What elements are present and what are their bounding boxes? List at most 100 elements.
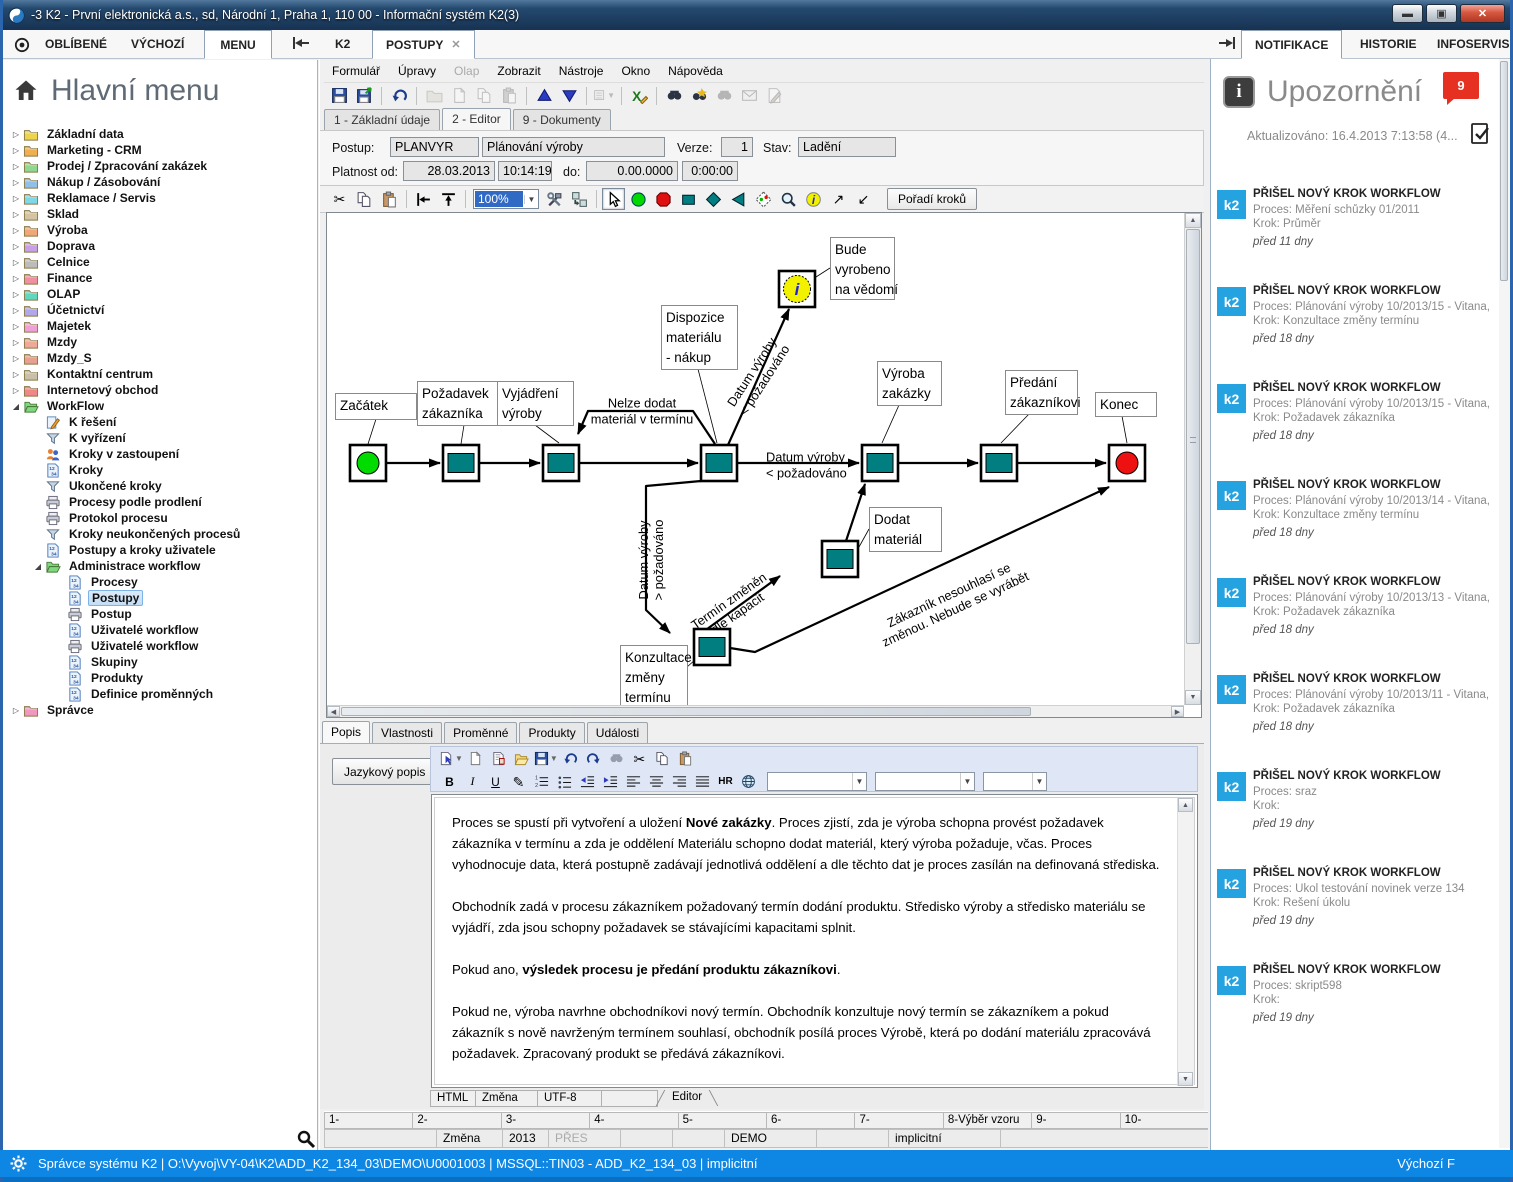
folder-icon[interactable] xyxy=(23,703,39,718)
scroll-down-icon[interactable]: ▼ xyxy=(1178,1072,1193,1086)
notification-item-9[interactable]: k2PŘIŠEL NOVÝ KROK WORKFLOWProces: skrip… xyxy=(1211,963,1493,1060)
node-stop-icon[interactable] xyxy=(652,188,675,210)
fkey-9[interactable]: 9- xyxy=(1031,1112,1119,1129)
move-up-icon[interactable] xyxy=(533,85,555,107)
menu-okno[interactable]: Okno xyxy=(613,62,658,80)
folder-icon[interactable] xyxy=(23,255,39,270)
sidebar-item-kroky-v-zastoupen-[interactable]: Kroky v zastoupení xyxy=(3,446,317,462)
flow-node-pozadavek-zakaznika[interactable] xyxy=(443,445,479,481)
dpaste-icon[interactable] xyxy=(378,188,401,210)
new-icon[interactable] xyxy=(448,85,470,107)
folder-icon[interactable] xyxy=(23,175,39,190)
sidebar-item-procesy-podle-prodlen-[interactable]: Procesy podle prodlení xyxy=(3,494,317,510)
cut-icon[interactable]: ✂ xyxy=(629,749,650,769)
chevron-down-icon[interactable]: ▼ xyxy=(524,195,538,204)
form-tab-1[interactable]: 1 - Základní údaje xyxy=(324,109,440,130)
sidebar-item-finance[interactable]: ▷Finance xyxy=(3,270,317,286)
align-j-icon[interactable] xyxy=(692,772,713,792)
sidebar-item-reklamace-servis[interactable]: ▷Reklamace / Servis xyxy=(3,190,317,206)
align-top-icon[interactable] xyxy=(437,188,460,210)
sidebar-item-v-roba[interactable]: ▷Výroba xyxy=(3,222,317,238)
new-icon[interactable] xyxy=(465,749,486,769)
folder-icon[interactable] xyxy=(23,351,39,366)
dpaste-icon[interactable] xyxy=(675,749,696,769)
open-folder-icon[interactable] xyxy=(511,749,532,769)
paste-icon[interactable] xyxy=(498,85,520,107)
sidebar-item-z-kladn-data[interactable]: ▷Základní data xyxy=(3,126,317,142)
find-icon[interactable] xyxy=(606,749,627,769)
expand-icon[interactable]: ▷ xyxy=(9,226,23,235)
link-in-icon[interactable]: ↙ xyxy=(852,188,875,210)
fkey-7[interactable]: 7- xyxy=(854,1112,942,1129)
move-down-icon[interactable] xyxy=(558,85,580,107)
mark-read-icon[interactable] xyxy=(1467,121,1493,147)
node-step-icon[interactable] xyxy=(677,188,700,210)
notification-item-7[interactable]: k2PŘIŠEL NOVÝ KROK WORKFLOWProces: srazK… xyxy=(1211,769,1493,866)
sidebar-item--etnictv-[interactable]: ▷Účetnictví xyxy=(3,302,317,318)
fkey-10[interactable]: 10- xyxy=(1120,1112,1208,1129)
jazykovy-popis-button[interactable]: Jazykový popis xyxy=(332,758,437,785)
tab-postupy-doc[interactable]: POSTUPY ✕ xyxy=(372,30,475,59)
tab-historie[interactable]: HISTORIE xyxy=(1347,30,1429,58)
sidebar-item-k-vy-zen-[interactable]: K vyřízení xyxy=(3,430,317,446)
flow-node-konec[interactable] xyxy=(1109,445,1145,481)
folder-icon[interactable] xyxy=(23,287,39,302)
table-icon[interactable]: 1234 xyxy=(67,655,83,670)
menu-napoveda[interactable]: Nápověda xyxy=(660,62,731,80)
flow-node-konzultace-zmeny[interactable] xyxy=(694,629,730,665)
folder-icon[interactable] xyxy=(23,367,39,382)
folder-icon[interactable] xyxy=(23,335,39,350)
bullet-list-icon[interactable] xyxy=(554,772,575,792)
folder-icon[interactable] xyxy=(23,319,39,334)
detail-tab-události[interactable]: Události xyxy=(587,722,648,743)
bold-button[interactable]: B xyxy=(439,772,460,792)
detail-tab-produkty[interactable]: Produkty xyxy=(519,722,584,743)
scroll-down-icon[interactable]: ▼ xyxy=(1185,690,1201,705)
select-doc-icon[interactable]: ▼ xyxy=(439,749,463,769)
sidebar-item-n-kup-z-sobov-n-[interactable]: ▷Nákup / Zásobování xyxy=(3,174,317,190)
sidebar-item-k-e-en-[interactable]: K řešení xyxy=(3,414,317,430)
wizard-icon[interactable] xyxy=(568,188,591,210)
notification-item-5[interactable]: k2PŘIŠEL NOVÝ KROK WORKFLOWProces: Pláno… xyxy=(1211,575,1493,672)
globe-icon[interactable] xyxy=(738,772,759,792)
sidebar-item-procesy[interactable]: 1234Procesy xyxy=(3,574,317,590)
people-icon[interactable] xyxy=(45,447,61,462)
flow-node-predani-zakaznikovi[interactable] xyxy=(981,445,1017,481)
node-label-box[interactable]: Konzultacezměnytermínu xyxy=(621,646,692,706)
table-icon[interactable]: 1234 xyxy=(67,687,83,702)
minimize-button[interactable]: ▬ xyxy=(1392,4,1423,23)
fkey-1[interactable]: 1- xyxy=(324,1112,412,1129)
pin-right-icon[interactable] xyxy=(1216,35,1238,53)
undo-icon[interactable] xyxy=(560,749,581,769)
node-label-box[interactable]: Výrobazakázky xyxy=(878,362,942,406)
postup-code-field[interactable]: PLANVYR xyxy=(390,137,479,157)
funnel-icon[interactable] xyxy=(45,527,61,542)
sidebar-item-definice-prom-nn-ch[interactable]: 1234Definice proměnných xyxy=(3,686,317,702)
folder-icon[interactable] xyxy=(23,383,39,398)
sidebar-item-postupy[interactable]: 1234Postupy xyxy=(3,590,317,606)
scroll-left-icon[interactable]: ◀ xyxy=(327,706,340,717)
sidebar-item-kroky[interactable]: 1234Kroky xyxy=(3,462,317,478)
tab-oblibene[interactable]: OBLÍBENÉ xyxy=(32,30,120,58)
zoom-combo[interactable]: 100%▼ xyxy=(473,189,539,209)
menu-formular[interactable]: Formulář xyxy=(324,62,388,80)
funnel-icon[interactable] xyxy=(45,431,61,446)
cut-icon[interactable]: ✂ xyxy=(328,188,351,210)
chevron-down-icon[interactable]: ▼ xyxy=(852,773,866,790)
align-l-icon[interactable] xyxy=(623,772,644,792)
postup-name-field[interactable]: Plánování výroby xyxy=(482,137,665,157)
close-tab-icon[interactable]: ✕ xyxy=(451,38,460,51)
node-label-box[interactable]: Předánízákazníkovi xyxy=(1006,371,1081,415)
magnifier-icon[interactable] xyxy=(777,188,800,210)
scroll-up-icon[interactable]: ▲ xyxy=(1185,213,1201,228)
notification-item-4[interactable]: k2PŘIŠEL NOVÝ KROK WORKFLOWProces: Pláno… xyxy=(1211,478,1493,575)
expand-icon[interactable]: ▷ xyxy=(9,242,23,251)
underline-button[interactable]: U xyxy=(485,772,506,792)
fkey-6[interactable]: 6- xyxy=(766,1112,854,1129)
sidebar-item-celnice[interactable]: ▷Celnice xyxy=(3,254,317,270)
find-icon[interactable] xyxy=(663,85,685,107)
flow-node-dodat-material[interactable] xyxy=(822,541,858,577)
node-label-box[interactable]: Dispozicemateriálu- nákup xyxy=(662,306,738,370)
flow-edge-11[interactable] xyxy=(846,484,865,541)
detail-tab-vlastnosti[interactable]: Vlastnosti xyxy=(372,722,442,743)
